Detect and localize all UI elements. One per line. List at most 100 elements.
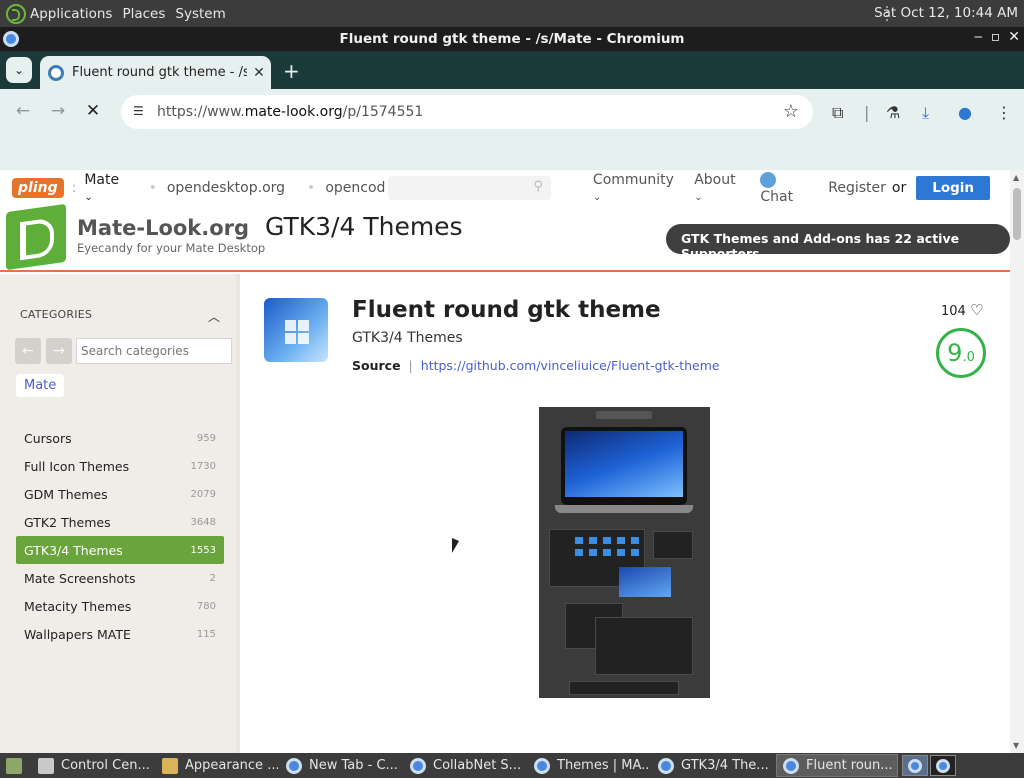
community-menu[interactable]: Community ⌄ <box>593 172 676 204</box>
tab-favicon-icon <box>48 64 64 81</box>
source-link[interactable]: https://github.com/vinceliuice/Fluent-gt… <box>421 358 720 373</box>
forward-icon[interactable]: → <box>45 101 71 121</box>
page-scrollbar[interactable]: ▲ ▼ <box>1010 170 1024 753</box>
site-nav: pling : Mate ⌄ • opendesktop.org • openc… <box>10 171 990 205</box>
control-center-icon <box>38 757 54 774</box>
supporters-button[interactable]: GTK Themes and Add-ons has 22 active Sup… <box>666 224 1010 261</box>
product-category[interactable]: GTK3/4 Themes <box>352 330 463 346</box>
screenshot-preview[interactable] <box>539 407 710 698</box>
address-bar[interactable]: ☰ https://www.mate-look.org/p/1574551 ☆ <box>121 95 813 129</box>
site-tagline: Eyecandy for your Mate Desktop <box>77 241 266 255</box>
opendesktop-link[interactable]: opendesktop.org <box>167 180 285 196</box>
site-name[interactable]: Mate-Look.org <box>77 216 249 240</box>
mate-logo-icon[interactable] <box>6 3 26 24</box>
forward-arrow-icon[interactable]: → <box>46 338 72 364</box>
stop-loading-icon[interactable]: ✕ <box>80 101 106 121</box>
category-item[interactable]: GTK2 Themes 3648 <box>16 508 224 536</box>
minimize-icon[interactable]: ‒ <box>974 29 983 45</box>
tab-search-button[interactable]: ⌄ <box>6 57 32 83</box>
category-item[interactable]: Metacity Themes 780 <box>16 592 224 620</box>
new-tab-icon[interactable]: + <box>283 59 300 83</box>
mate-look-logo-icon[interactable] <box>6 203 66 271</box>
login-button[interactable]: Login <box>916 176 990 200</box>
chat-link[interactable]: Chat <box>760 171 806 205</box>
taskbar-item[interactable]: Appearance ... <box>156 754 278 777</box>
category-item[interactable]: GDM Themes 2079 <box>16 480 224 508</box>
site-banner: Mate-Look.org Eyecandy for your Mate Des… <box>0 203 1010 272</box>
back-arrow-icon[interactable]: ← <box>15 338 41 364</box>
bookmark-star-icon[interactable]: ☆ <box>783 101 799 122</box>
chromium-icon <box>286 757 302 774</box>
chromium-icon <box>658 757 674 774</box>
pling-logo[interactable]: pling <box>12 178 64 198</box>
chevron-up-icon[interactable]: ︿ <box>208 308 220 325</box>
applications-menu[interactable]: Applications <box>30 6 112 22</box>
site-search-input[interactable]: ⚲ <box>387 176 551 200</box>
system-menu[interactable]: System <box>175 6 225 22</box>
scroll-up-icon[interactable]: ▲ <box>1013 173 1019 182</box>
opencode-link[interactable]: opencode.net <box>325 180 385 196</box>
taskbar-item[interactable]: Themes | MA... <box>528 754 650 777</box>
workspace-1[interactable] <box>902 755 928 776</box>
browser-menu-icon[interactable]: ⋮ <box>996 103 1012 122</box>
labs-flask-icon[interactable]: ⚗ <box>886 103 900 122</box>
section-title: GTK3/4 Themes <box>265 212 463 241</box>
workspace-2[interactable] <box>930 755 956 776</box>
category-item[interactable]: Cursors 959 <box>16 424 224 452</box>
category-item-active[interactable]: GTK3/4 Themes 1553 <box>16 536 224 564</box>
scroll-down-icon[interactable]: ▼ <box>1013 741 1019 750</box>
chromium-icon <box>783 757 799 774</box>
taskbar-item-active[interactable]: Fluent roun... <box>776 754 898 777</box>
chevron-down-icon: ⌄ <box>694 192 703 203</box>
close-window-icon[interactable]: ✕ <box>1008 29 1020 45</box>
profile-icon[interactable]: ● <box>958 103 972 122</box>
chromium-icon <box>410 757 426 774</box>
category-item[interactable]: Mate Screenshots 2 <box>16 564 224 592</box>
close-tab-icon[interactable]: ✕ <box>247 65 271 81</box>
category-sidebar: CATEGORIES ︿ ← → Search categories Mate … <box>0 274 240 753</box>
taskbar-item[interactable]: CollabNet S... <box>404 754 526 777</box>
page-viewport: pling : Mate ⌄ • opendesktop.org • openc… <box>0 170 1010 753</box>
tab-strip: ⌄ Fluent round gtk theme - /s/M ✕ + <box>0 51 1024 89</box>
category-item[interactable]: Full Icon Themes 1730 <box>16 452 224 480</box>
site-info-icon[interactable]: ☰ <box>133 104 149 120</box>
download-icon[interactable]: ⤓ <box>922 103 929 123</box>
register-link[interactable]: Register <box>828 180 886 196</box>
window-titlebar[interactable]: Fluent round gtk theme - /s/Mate - Chrom… <box>0 27 1024 51</box>
toolbar-divider: | <box>864 103 870 122</box>
store-dropdown[interactable]: Mate ⌄ <box>84 172 126 204</box>
category-item[interactable]: Wallpapers MATE 115 <box>16 620 224 648</box>
search-icon[interactable]: ⚲ <box>533 179 543 194</box>
category-list: Cursors 959 Full Icon Themes 1730 GDM Them… <box>16 424 224 648</box>
nav-dot: • <box>307 180 316 196</box>
rating-score: 9.0 <box>936 328 986 378</box>
chevron-down-icon: ⌄ <box>13 63 25 77</box>
or-text: or <box>891 180 907 196</box>
back-icon[interactable]: ← <box>10 101 36 121</box>
category-search-input[interactable]: Search categories <box>76 338 232 364</box>
places-menu[interactable]: Places <box>122 6 165 22</box>
chevron-down-icon: ⌄ <box>84 192 93 203</box>
nav-separator: : <box>71 180 77 196</box>
show-desktop-icon[interactable] <box>0 754 30 777</box>
clock[interactable]: Sat Oct 12, 10:44 AM <box>874 5 1018 21</box>
mouse-cursor <box>452 538 459 553</box>
taskbar-item[interactable]: GTK3/4 The... <box>652 754 774 777</box>
scrollbar-thumb[interactable] <box>1013 188 1021 240</box>
product-source: Source | https://github.com/vinceliuice/Fl… <box>352 358 720 373</box>
about-menu[interactable]: About ⌄ <box>694 172 742 204</box>
active-tab[interactable]: Fluent round gtk theme - /s/M ✕ <box>40 56 271 89</box>
taskbar-item[interactable]: Control Cen... <box>32 754 154 777</box>
product-title: Fluent round gtk theme <box>352 297 661 323</box>
top-panel: Applications Places System Sat Oct 12, 1… <box>0 0 1024 27</box>
extensions-icon[interactable]: ⧉ <box>832 103 843 123</box>
nav-dot: • <box>148 180 157 196</box>
taskbar: Control Cen... Appearance ... New Tab - … <box>0 753 1024 778</box>
mate-chip[interactable]: Mate <box>16 374 65 397</box>
likes-counter[interactable]: 104 ♡ <box>941 301 983 319</box>
product-icon <box>264 298 328 362</box>
heart-icon[interactable]: ♡ <box>970 301 983 319</box>
maximize-icon[interactable]: ▫ <box>991 29 1001 45</box>
url-text[interactable]: https://www.mate-look.org/p/1574551 <box>157 104 423 120</box>
taskbar-item[interactable]: New Tab - C... <box>280 754 402 777</box>
